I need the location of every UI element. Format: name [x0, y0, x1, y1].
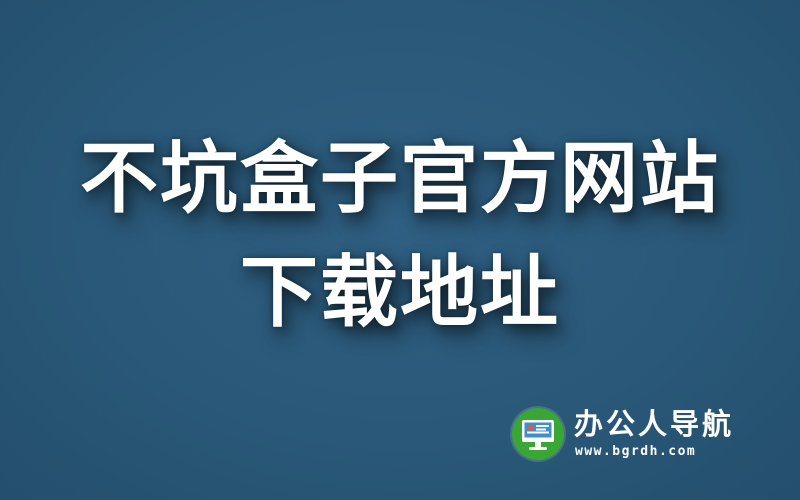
brand-url: www.bgrdh.com	[575, 444, 697, 459]
banner: 不坑盒子官方网站 下载地址 办公人导航 www.bgrdh.com	[0, 0, 800, 500]
monitor-icon	[512, 408, 564, 460]
brand-logo: 办公人导航 www.bgrdh.com	[512, 406, 762, 466]
headline-line-2: 下载地址	[239, 248, 560, 338]
headline-line-1: 不坑盒子官方网站	[79, 134, 720, 224]
brand-name: 办公人导航	[574, 407, 735, 441]
